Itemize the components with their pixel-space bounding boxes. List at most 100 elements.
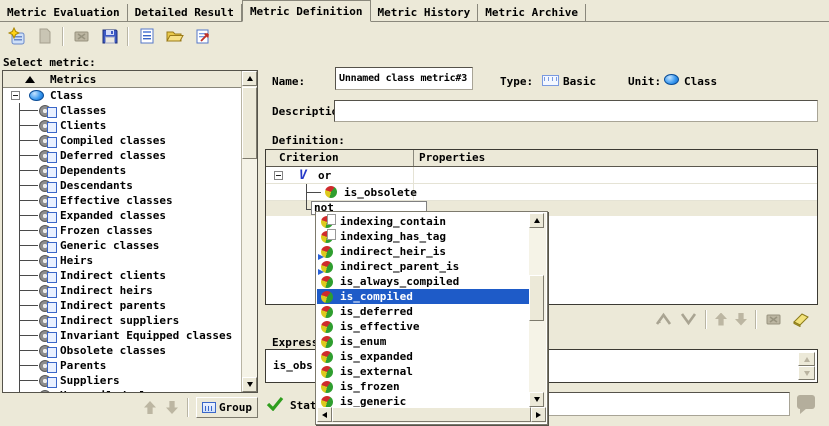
unit-label: Unit:: [628, 75, 661, 88]
dropdown-item[interactable]: is_external: [317, 364, 529, 379]
move-criterion-down-button[interactable]: [735, 313, 747, 326]
tree-item-label: Parents: [60, 359, 106, 372]
metric-icon: [39, 194, 57, 207]
description-input[interactable]: [334, 100, 818, 122]
dropdown-horizontal-scrollbar[interactable]: [317, 407, 546, 423]
delete-criterion-icon[interactable]: [765, 311, 783, 327]
tree-item-class-root[interactable]: Class: [3, 88, 241, 103]
tree-item-metric[interactable]: Descendants: [3, 178, 241, 193]
dropdown-item[interactable]: is_effective: [317, 319, 529, 334]
delete-metric-button[interactable]: [71, 26, 92, 46]
dropdown-item-label: is_external: [340, 365, 413, 378]
dropdown-item[interactable]: indirect_parent_is: [317, 259, 529, 274]
metric-icon: [39, 224, 57, 237]
metrics-column-header[interactable]: Metrics: [3, 71, 241, 88]
tree-item-metric[interactable]: Uncompiled classes: [3, 388, 241, 392]
move-criterion-up-button[interactable]: [715, 313, 727, 326]
unit-value: Class: [684, 75, 717, 88]
dropdown-item-label: indirect_parent_is: [340, 260, 459, 273]
eraser-icon[interactable]: [791, 311, 811, 327]
dropdown-item[interactable]: is_compiled: [317, 289, 529, 304]
tree-item-metric[interactable]: Parents: [3, 358, 241, 373]
scroll-down-icon[interactable]: [242, 377, 257, 392]
ruler-icon: [542, 75, 559, 86]
save-metric-button[interactable]: [99, 26, 120, 46]
scroll-up-icon[interactable]: [529, 213, 544, 228]
tab-metric-definition[interactable]: Metric Definition: [242, 0, 371, 22]
tree-scrollbar[interactable]: [241, 71, 257, 392]
metric-tree: Class Classes Clients Compiled classes D…: [3, 88, 241, 392]
tree-item-metric[interactable]: Heirs: [3, 253, 241, 268]
insert-and-operator-icon[interactable]: [655, 312, 672, 326]
dropdown-item[interactable]: indirect_heir_is: [317, 244, 529, 259]
name-input[interactable]: [335, 67, 473, 90]
group-toggle-button[interactable]: Group: [196, 397, 258, 418]
move-up-icon: [144, 401, 156, 414]
footer-separator: [187, 398, 189, 417]
dropdown-hscrollbar-thumb[interactable]: [332, 407, 531, 422]
tree-item-metric[interactable]: Generic classes: [3, 238, 241, 253]
scroll-left-icon[interactable]: [317, 407, 332, 422]
tree-item-metric[interactable]: Effective classes: [3, 193, 241, 208]
import-metrics-button[interactable]: [136, 26, 157, 46]
dropdown-item[interactable]: is_always_compiled: [317, 274, 529, 289]
export-metrics-icon: [194, 27, 212, 45]
dropdown-item[interactable]: is_generic: [317, 394, 529, 407]
collapse-box-icon[interactable]: [11, 91, 20, 100]
metric-icon: [39, 329, 57, 342]
tab-metric-history[interactable]: Metric History: [371, 4, 479, 21]
criterion-row-or[interactable]: V or: [266, 167, 817, 184]
move-metric-up-button[interactable]: [140, 399, 160, 416]
move-metric-down-button[interactable]: [162, 399, 182, 416]
dropdown-item[interactable]: is_expanded: [317, 349, 529, 364]
open-metric-file-button[interactable]: [164, 26, 185, 46]
scroll-right-icon[interactable]: [531, 407, 546, 422]
expression-spinner: [798, 352, 815, 380]
tree-item-metric[interactable]: Indirect parents: [3, 298, 241, 313]
duplicate-metric-button[interactable]: [34, 26, 55, 46]
tree-item-metric[interactable]: Indirect suppliers: [3, 313, 241, 328]
tree-item-metric[interactable]: Invariant Equipped classes: [3, 328, 241, 343]
tab-detailed-result[interactable]: Detailed Result: [128, 4, 242, 21]
dropdown-item[interactable]: is_enum: [317, 334, 529, 349]
new-metric-button[interactable]: [6, 26, 27, 46]
criterion-pie-icon: [321, 276, 333, 288]
criterion-column-header[interactable]: Criterion: [279, 151, 339, 164]
dropdown-item[interactable]: indexing_contain: [317, 214, 529, 229]
tree-item-metric[interactable]: Dependents: [3, 163, 241, 178]
dropdown-item[interactable]: is_frozen: [317, 379, 529, 394]
dropdown-item[interactable]: indexing_has_tag: [317, 229, 529, 244]
tree-item-metric[interactable]: Frozen classes: [3, 223, 241, 238]
criterion-row-is-obsolete[interactable]: is_obsolete: [266, 184, 817, 201]
scroll-down-icon[interactable]: [529, 392, 544, 407]
tree-item-metric[interactable]: Expanded classes: [3, 208, 241, 223]
tree-item-metric[interactable]: Suppliers: [3, 373, 241, 388]
tab-metric-evaluation[interactable]: Metric Evaluation: [0, 4, 128, 21]
tree-item-metric[interactable]: Clients: [3, 118, 241, 133]
expression-value[interactable]: is_obs: [273, 359, 313, 372]
dropdown-item[interactable]: is_deferred: [317, 304, 529, 319]
metric-icon: [39, 374, 57, 387]
tree-item-label: Suppliers: [60, 374, 120, 387]
metric-icon: [39, 389, 57, 392]
dropdown-vertical-scrollbar[interactable]: [529, 213, 546, 407]
tree-item-metric[interactable]: Indirect clients: [3, 268, 241, 283]
dropdown-scrollbar-thumb[interactable]: [529, 275, 544, 321]
tree-item-metric[interactable]: Obsolete classes: [3, 343, 241, 358]
comment-bubble-icon[interactable]: [797, 395, 815, 409]
spinner-up-icon[interactable]: [798, 352, 815, 366]
tree-item-label: Deferred classes: [60, 149, 166, 162]
collapse-box-icon[interactable]: [274, 171, 283, 180]
insert-or-operator-icon[interactable]: [680, 312, 697, 326]
tree-item-metric[interactable]: Indirect heirs: [3, 283, 241, 298]
tree-item-metric[interactable]: Deferred classes: [3, 148, 241, 163]
tree-item-metric[interactable]: Compiled classes: [3, 133, 241, 148]
spinner-down-icon[interactable]: [798, 366, 815, 380]
tab-metric-archive[interactable]: Metric Archive: [478, 4, 586, 21]
scroll-up-icon[interactable]: [242, 71, 257, 86]
properties-column-header[interactable]: Properties: [419, 151, 485, 164]
tree-item-metric[interactable]: Classes: [3, 103, 241, 118]
export-metrics-button[interactable]: [192, 26, 213, 46]
criterion-pie-icon: [325, 186, 337, 198]
tree-scrollbar-thumb[interactable]: [242, 87, 257, 159]
